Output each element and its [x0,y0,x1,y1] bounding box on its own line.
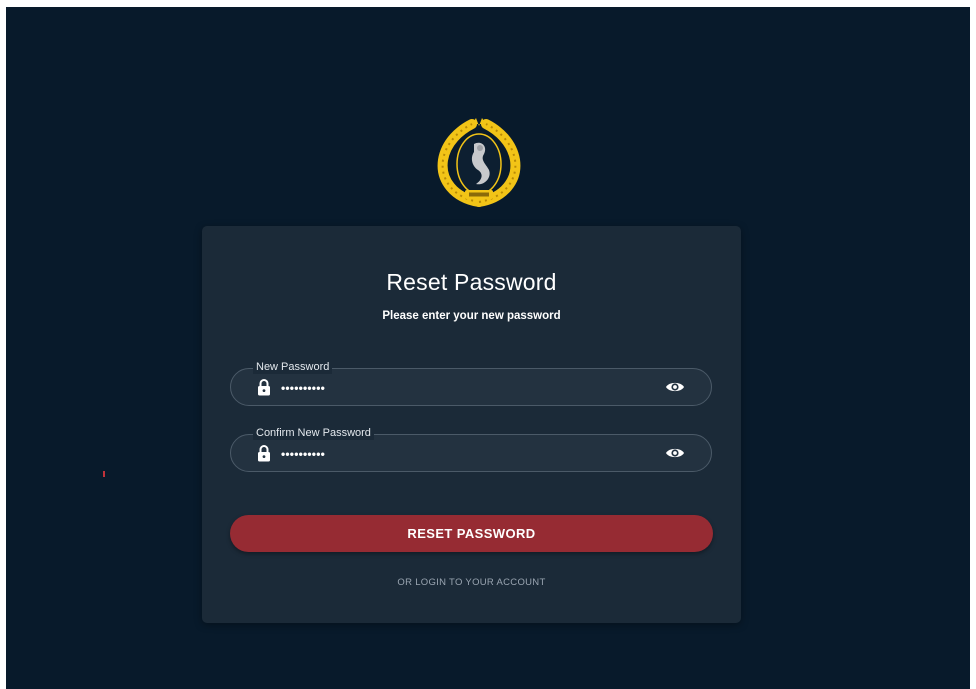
login-link[interactable]: OR LOGIN TO YOUR ACCOUNT [202,577,741,588]
reset-password-button[interactable]: RESET PASSWORD [230,515,713,552]
new-password-field[interactable]: New Password •••••••••• [230,360,712,406]
confirm-password-input[interactable]: •••••••••• [281,447,325,461]
confirm-password-label: Confirm New Password [253,426,374,440]
reset-password-card: Reset Password Please enter your new pas… [202,226,741,623]
new-password-label: New Password [253,360,333,374]
page-subtitle: Please enter your new password [382,310,561,322]
confirm-password-field[interactable]: Confirm New Password •••••••••• [230,426,712,472]
red-marker [103,471,105,477]
new-password-input[interactable]: •••••••••• [281,381,325,395]
emblem-logo [437,118,521,207]
eye-icon[interactable] [665,446,685,460]
app-screen: Reset Password Please enter your new pas… [6,7,970,689]
lock-icon [258,445,270,462]
page-title: Reset Password [386,269,557,295]
eye-icon[interactable] [665,380,685,394]
lock-icon [258,379,270,396]
